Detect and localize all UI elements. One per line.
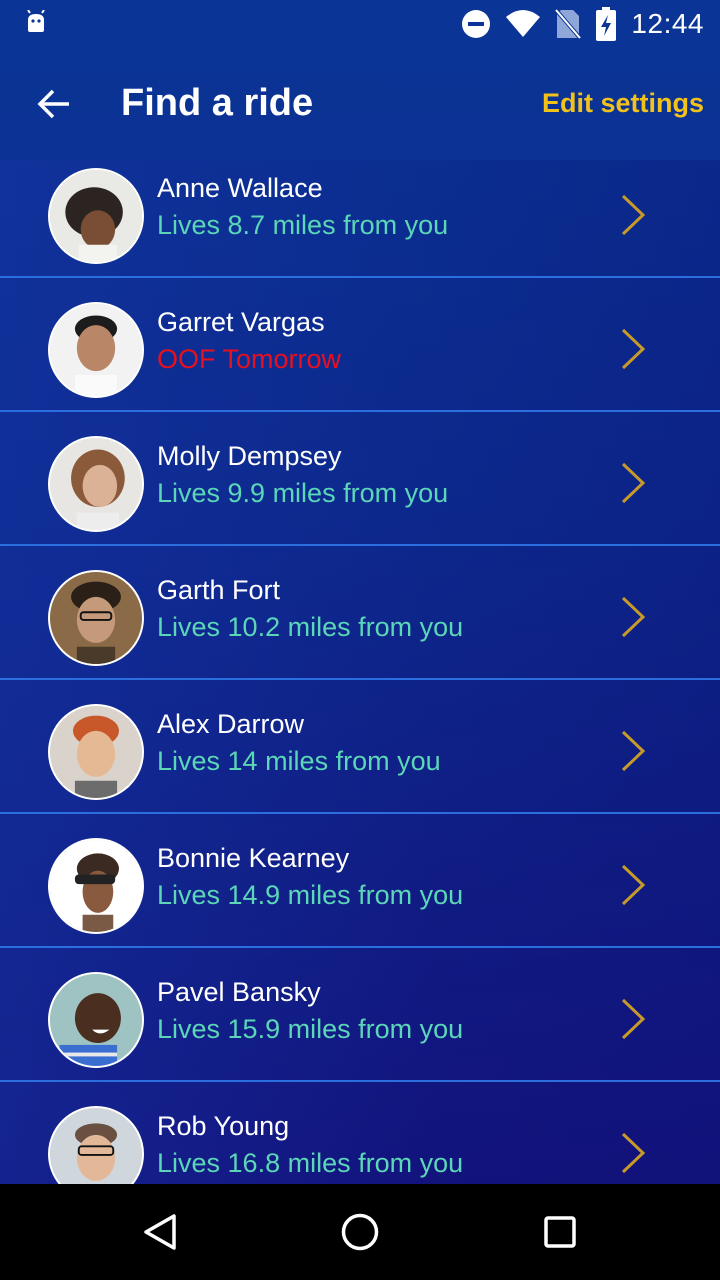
ride-list: Anne Wallace Lives 8.7 miles from you Ga… — [0, 160, 720, 1184]
ride-list-item[interactable]: Pavel Bansky Lives 15.9 miles from you — [0, 948, 720, 1082]
chevron-right-icon — [621, 328, 646, 370]
system-nav-bar — [0, 1184, 720, 1280]
avatar — [48, 972, 144, 1068]
avatar — [48, 704, 144, 800]
person-name: Pavel Bansky — [157, 977, 321, 1007]
chevron-right-icon — [621, 998, 646, 1040]
person-photo — [50, 706, 142, 798]
person-distance: Lives 14.9 miles from you — [157, 880, 464, 910]
person-status: OOF Tomorrow — [157, 344, 342, 374]
avatar — [48, 302, 144, 398]
app-screen: 12:44 Find a ride Edit settings Anne Wal… — [0, 0, 720, 1280]
person-photo — [50, 572, 142, 664]
person-distance: Lives 9.9 miles from you — [157, 478, 449, 508]
person-photo — [50, 170, 142, 262]
home-circle-icon — [341, 1213, 379, 1251]
person-distance: Lives 14 miles from you — [157, 746, 441, 776]
avatar — [48, 570, 144, 666]
person-name: Rob Young — [157, 1111, 290, 1141]
android-icon — [27, 10, 45, 32]
status-bar: 12:44 — [0, 0, 720, 48]
ride-list-item[interactable]: Bonnie Kearney Lives 14.9 miles from you — [0, 814, 720, 948]
edit-settings-button[interactable]: Edit settings — [542, 88, 704, 119]
chevron-right-icon — [621, 194, 646, 236]
nav-back-button[interactable] — [136, 1208, 184, 1256]
person-name: Bonnie Kearney — [157, 843, 350, 873]
arrow-left-icon — [37, 89, 69, 119]
chevron-right-icon — [621, 596, 646, 638]
person-name: Garret Vargas — [157, 307, 325, 337]
person-distance: Lives 8.7 miles from you — [157, 210, 449, 240]
chevron-right-icon — [621, 462, 646, 504]
person-photo — [50, 438, 142, 530]
person-photo — [50, 1108, 142, 1184]
ride-list-item[interactable]: Garret Vargas OOF Tomorrow — [0, 278, 720, 412]
wifi-icon — [506, 10, 541, 37]
person-name: Molly Dempsey — [157, 441, 342, 471]
person-name: Garth Fort — [157, 575, 281, 605]
nav-recents-button[interactable] — [536, 1208, 584, 1256]
ride-list-item[interactable]: Molly Dempsey Lives 9.9 miles from you — [0, 412, 720, 546]
person-photo — [50, 304, 142, 396]
person-name: Alex Darrow — [157, 709, 305, 739]
person-name: Anne Wallace — [157, 173, 323, 203]
chevron-right-icon — [621, 730, 646, 772]
recents-square-icon — [544, 1216, 576, 1248]
status-time: 12:44 — [631, 8, 704, 39]
person-distance: Lives 16.8 miles from you — [157, 1148, 464, 1178]
ride-list-item[interactable]: Anne Wallace Lives 8.7 miles from you — [0, 160, 720, 278]
back-button[interactable] — [30, 80, 78, 128]
battery-charging-icon — [596, 7, 617, 41]
no-sim-icon — [555, 8, 582, 40]
ride-list-item[interactable]: Garth Fort Lives 10.2 miles from you — [0, 546, 720, 680]
person-photo — [50, 840, 142, 932]
back-triangle-icon — [144, 1214, 176, 1250]
person-distance: Lives 15.9 miles from you — [157, 1014, 464, 1044]
nav-home-button[interactable] — [336, 1208, 384, 1256]
page-title: Find a ride — [121, 82, 314, 124]
app-bar: Find a ride Edit settings — [0, 48, 720, 160]
ride-list-item[interactable]: Rob Young Lives 16.8 miles from you — [0, 1082, 720, 1184]
avatar — [48, 838, 144, 934]
chevron-right-icon — [621, 1132, 646, 1174]
do-not-disturb-icon — [462, 10, 491, 38]
chevron-right-icon — [621, 864, 646, 906]
person-photo — [50, 974, 142, 1066]
avatar — [48, 436, 144, 532]
person-distance: Lives 10.2 miles from you — [157, 612, 464, 642]
ride-list-item[interactable]: Alex Darrow Lives 14 miles from you — [0, 680, 720, 814]
avatar — [48, 1106, 144, 1184]
avatar — [48, 168, 144, 264]
